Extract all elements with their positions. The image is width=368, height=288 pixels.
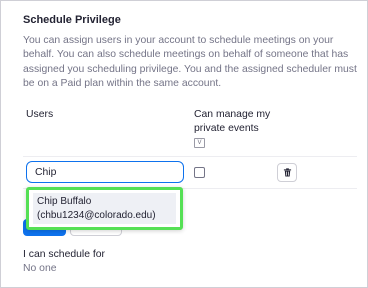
suggestion-item[interactable]: Chip Buffalo (chbu1234@colorado.edu): [33, 193, 176, 224]
user-search-input[interactable]: [26, 161, 184, 183]
can-schedule-label: I can schedule for: [23, 249, 106, 260]
suggestion-email: (chbu1234@colorado.edu): [37, 210, 156, 221]
schedule-privilege-panel: Schedule Privilege You can assign users …: [0, 0, 368, 288]
can-schedule-value: No one: [23, 263, 57, 274]
manage-private-header-label: Can manage my private events: [194, 109, 271, 134]
manage-private-column-header: Can manage my private events V: [194, 108, 274, 149]
row-divider-top: [23, 156, 357, 157]
section-title: Schedule Privilege: [23, 14, 121, 26]
delete-user-button[interactable]: [277, 163, 297, 182]
manage-private-checkbox[interactable]: [194, 167, 205, 178]
collapse-badge-icon[interactable]: V: [194, 138, 205, 148]
user-suggestion-dropdown: Chip Buffalo (chbu1234@colorado.edu): [26, 187, 183, 230]
trash-icon: [283, 168, 291, 177]
suggestion-name: Chip Buffalo: [37, 196, 92, 207]
users-column-header: Users: [26, 109, 54, 120]
section-description: You can assign users in your account to …: [23, 35, 357, 89]
